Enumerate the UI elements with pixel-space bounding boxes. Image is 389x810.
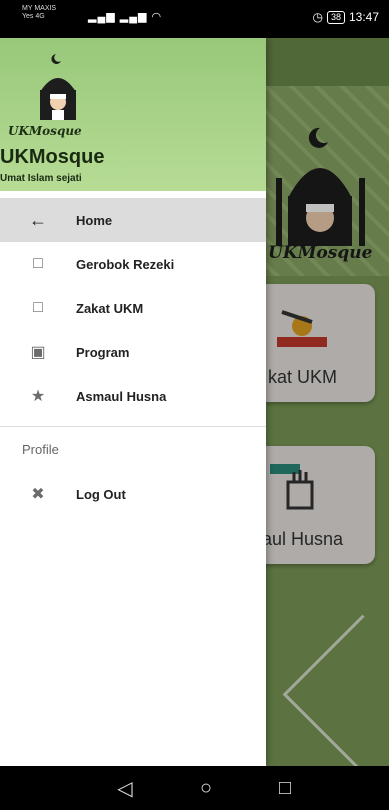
menu-item-zakat-ukm[interactable]: □ Zakat UKM [0,286,266,330]
carrier-network: Yes 4G [22,13,45,20]
navigation-drawer: UKMosque UKMosque Umat Islam sejati ← Ho… [0,38,266,766]
arrow-back-icon: ← [29,209,47,230]
carrier-info: MY MAXIS Yes 4G [22,5,56,21]
menu-item-label: Program [76,344,130,360]
system-navigation-bar: ◁ ○ □ [0,766,389,810]
alarm-icon: ◷ [312,10,323,24]
page-icon: □ [33,255,43,272]
recents-icon[interactable]: □ [270,774,300,802]
menu-item-label: Asmaul Husna [76,388,167,404]
drawer-header: UKMosque UKMosque Umat Islam sejati [0,38,266,191]
signal-icon: ▂▄▆ ▂▄▆ ◠ [88,11,163,23]
close-icon: ✖ [31,486,45,503]
drawer-scrim[interactable] [266,38,389,766]
status-bar: MY MAXIS Yes 4G ▂▄▆ ▂▄▆ ◠ ◷ 38 13:47 [0,0,389,38]
menu-item-label: Gerobok Rezeki [76,256,175,272]
menu-item-asmaul-husna[interactable]: ★ Asmaul Husna [0,374,266,418]
program-icon: ▣ [30,344,46,361]
home-icon[interactable]: ○ [191,774,221,802]
menu-item-gerobok-rezeki[interactable]: □ Gerobok Rezeki [0,242,266,286]
back-icon[interactable]: ◁ [110,774,140,802]
menu-divider [0,426,266,427]
status-right: ◷ 38 13:47 [312,10,379,24]
star-icon: ★ [30,388,46,405]
mosque-logo-icon [40,54,76,120]
menu-item-label: Log Out [76,486,126,502]
menu-item-label: Home [76,212,113,228]
page-icon: □ [33,299,43,316]
section-title-profile: Profile [22,442,59,457]
battery-icon: 38 [326,10,345,24]
menu-item-home[interactable]: ← Home [0,198,266,242]
menu-item-label: Zakat UKM [76,300,144,316]
drawer-menu: ← Home □ Gerobok Rezeki □ Zakat UKM ▣ Pr… [0,198,266,418]
app-subtitle: Umat Islam sejati [0,173,82,184]
status-time: 13:47 [348,10,379,24]
drawer-logo-text: UKMosque [8,124,82,138]
carrier-name: MY MAXIS [22,5,57,12]
menu-item-program[interactable]: ▣ Program [0,330,266,374]
menu-item-log-out[interactable]: ✖ Log Out [0,472,266,516]
app-title: UKMosque [0,146,105,168]
